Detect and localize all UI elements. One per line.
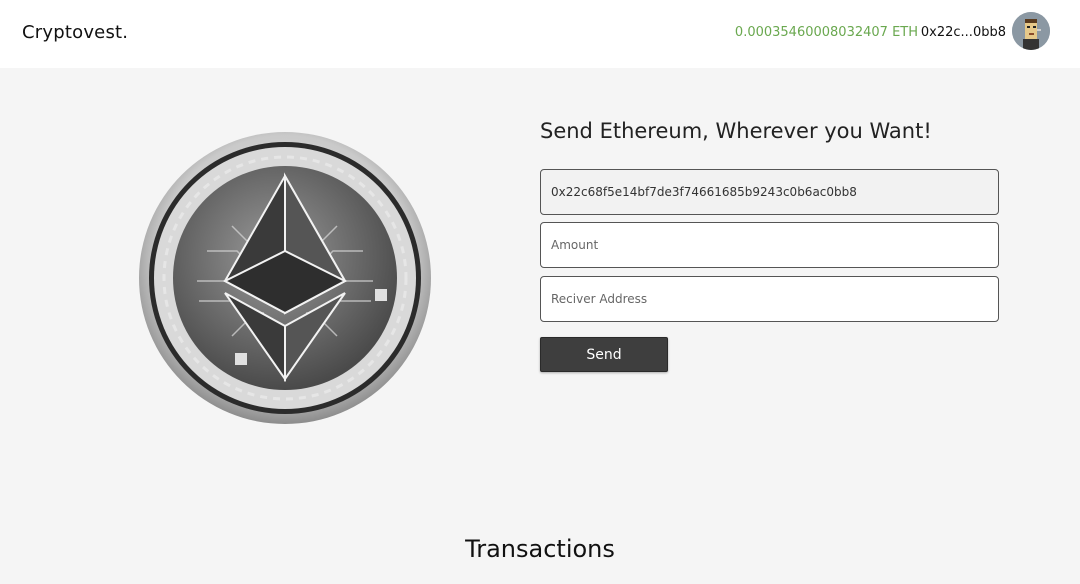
eth-balance: 0.00035460008032407 ETH [734, 25, 918, 40]
receiver-address-field[interactable] [540, 276, 999, 322]
send-button[interactable]: Send [540, 337, 668, 372]
transactions-heading: Transactions [465, 535, 615, 563]
pixel-punk-icon [1012, 12, 1050, 50]
brand-logo[interactable]: Cryptovest. [22, 22, 128, 43]
sender-address-field[interactable] [540, 169, 999, 215]
navbar: Cryptovest. 0.00035460008032407 ETH 0x22… [0, 0, 1080, 68]
amount-field[interactable] [540, 222, 999, 268]
send-form-title: Send Ethereum, Wherever you Want! [540, 119, 932, 143]
account-address[interactable]: 0x22c...0bb8 [921, 25, 1006, 40]
ethereum-coin-icon [137, 131, 433, 425]
avatar[interactable] [1012, 12, 1050, 50]
